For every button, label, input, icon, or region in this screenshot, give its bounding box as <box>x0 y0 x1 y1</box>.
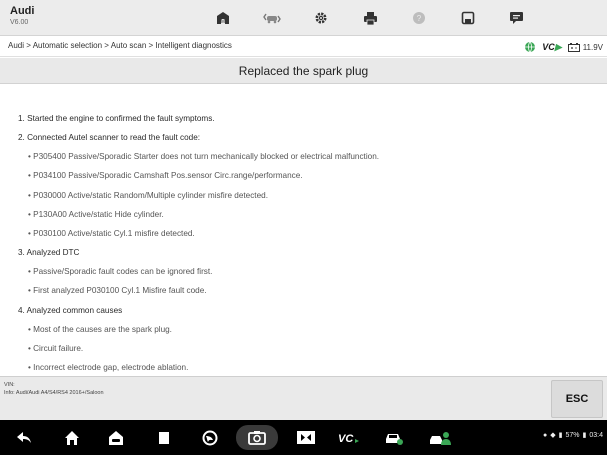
recent-apps-button[interactable] <box>148 425 180 450</box>
screen: Audi V6.00 M ? Audi > Automatic selectio… <box>0 0 607 455</box>
data-logging-icon <box>509 12 523 24</box>
svg-text:VC: VC <box>338 433 354 445</box>
step-detail-item: • Most of the causes are the spark plug. <box>28 324 172 334</box>
step-heading: 1. Started the engine to confirmed the f… <box>18 114 215 123</box>
save-button[interactable] <box>443 4 493 32</box>
svg-text:M: M <box>221 19 225 25</box>
esc-button[interactable]: ESC <box>551 380 603 418</box>
vehicle-icon <box>386 433 403 445</box>
battery-voltage-icon <box>567 42 580 52</box>
step-detail-item: • P305400 Passive/Sporadic Starter does … <box>28 152 380 162</box>
step-detail-item: • P030000 Active/static Random/Multiple … <box>28 190 268 200</box>
browser-button[interactable] <box>194 425 226 450</box>
svg-text:?: ? <box>417 14 422 23</box>
step-detail-item: • Incorrect electrode gap, electrode abl… <box>28 363 189 373</box>
vci-status: VC▶ <box>542 42 561 53</box>
vci-label: VC <box>542 41 555 52</box>
brand-name: Audi <box>10 5 35 17</box>
breadcrumb-bar: Audi > Automatic selection > Auto scan >… <box>0 37 607 57</box>
vci-icon: VC <box>338 433 359 445</box>
app-version: V6.00 <box>10 19 29 26</box>
car-home-icon <box>109 430 123 445</box>
car-home-button[interactable] <box>100 425 132 450</box>
network-globe-icon <box>525 41 536 53</box>
status-area: VC▶ 11.9V <box>524 40 603 54</box>
step-heading: 3. Analyzed DTC <box>18 248 80 258</box>
android-nav-bar: VC ● ◆ ▮ 57% ▮ 03:4 <box>0 420 607 455</box>
vehicle-info-text: Info: Audi/Audi A4/S4/RS4 2016+/Saloon <box>4 390 104 396</box>
content-area[interactable]: 1. Started the engine to confirmed the f… <box>0 85 607 375</box>
data-logging-button[interactable] <box>491 4 541 32</box>
battery-voltage: 11.9V <box>567 42 603 52</box>
procedure-steps: 1. Started the engine to confirmed the f… <box>18 109 379 375</box>
step-detail-item: • P030100 Active/static Cyl.1 misfire de… <box>28 228 195 238</box>
battery-percent: 57% <box>565 431 580 439</box>
settings-icon <box>315 12 327 24</box>
back-button[interactable] <box>8 425 40 450</box>
help-button[interactable]: ? <box>394 4 444 32</box>
vehicle-nav-button[interactable] <box>378 425 410 450</box>
home-icon: M <box>217 12 229 25</box>
vci-connected-icon: ▶ <box>554 41 562 52</box>
screenshot-button[interactable] <box>236 425 278 450</box>
location-icon: ● <box>543 431 548 439</box>
step-detail-item: • First analyzed P030100 Cyl.1 Misfire f… <box>28 286 207 296</box>
vehicle-info: VIN: Info: Audi/Audi A4/S4/RS4 2016+/Sal… <box>4 381 104 397</box>
back-icon <box>17 431 31 443</box>
step-detail-item: • Circuit failure. <box>28 343 84 353</box>
settings-button[interactable] <box>296 4 346 32</box>
vehicle-swap-button[interactable] <box>247 4 297 32</box>
clock: 03:4 <box>589 431 603 439</box>
vci-nav-button[interactable]: VC <box>334 425 366 450</box>
breadcrumb: Audi > Automatic selection > Auto scan >… <box>8 41 232 50</box>
home-nav-button[interactable] <box>56 425 88 450</box>
voltage-value: 11.9V <box>582 42 603 52</box>
page-title: Replaced the spark plug <box>238 64 369 78</box>
recent-apps-icon <box>159 431 169 444</box>
screenshot-camera-icon <box>248 431 266 445</box>
home-button[interactable]: M <box>198 4 248 32</box>
step-detail-item: • P130A00 Active/static Hide cylinder. <box>28 209 164 219</box>
brand-block: Audi V6.00 <box>10 5 34 28</box>
top-toolbar: Audi V6.00 M ? <box>0 0 607 36</box>
home-icon <box>65 430 79 445</box>
vehicle-user-icon <box>430 431 451 445</box>
wifi-icon: ◆ <box>550 432 556 439</box>
vehicle-swap-icon <box>263 13 281 24</box>
print-icon <box>363 11 377 25</box>
vehicle-info-bar: VIN: Info: Audi/Audi A4/S4/RS4 2016+/Sal… <box>0 376 607 420</box>
step-heading: 2. Connected Autel scanner to read the f… <box>18 133 201 143</box>
vehicle-user-button[interactable] <box>424 425 456 450</box>
signal-icon: ▮ <box>558 432 563 439</box>
title-bar: Replaced the spark plug <box>0 58 607 84</box>
system-tray: ● ◆ ▮ 57% ▮ 03:4 <box>543 431 603 440</box>
battery-icon: ▮ <box>582 432 587 439</box>
step-detail-item: • Passive/Sporadic fault codes can be ig… <box>28 267 213 277</box>
screen-record-icon <box>297 431 315 444</box>
save-icon <box>461 11 475 25</box>
print-button[interactable] <box>345 4 395 32</box>
step-detail-item: • P034100 Passive/Sporadic Camshaft Pos.… <box>28 171 303 181</box>
vin-label: VIN: <box>4 382 15 388</box>
browser-icon <box>202 430 218 445</box>
help-icon: ? <box>413 12 425 24</box>
screen-record-button[interactable] <box>290 425 322 450</box>
step-heading: 4. Analyzed common causes <box>18 305 123 315</box>
